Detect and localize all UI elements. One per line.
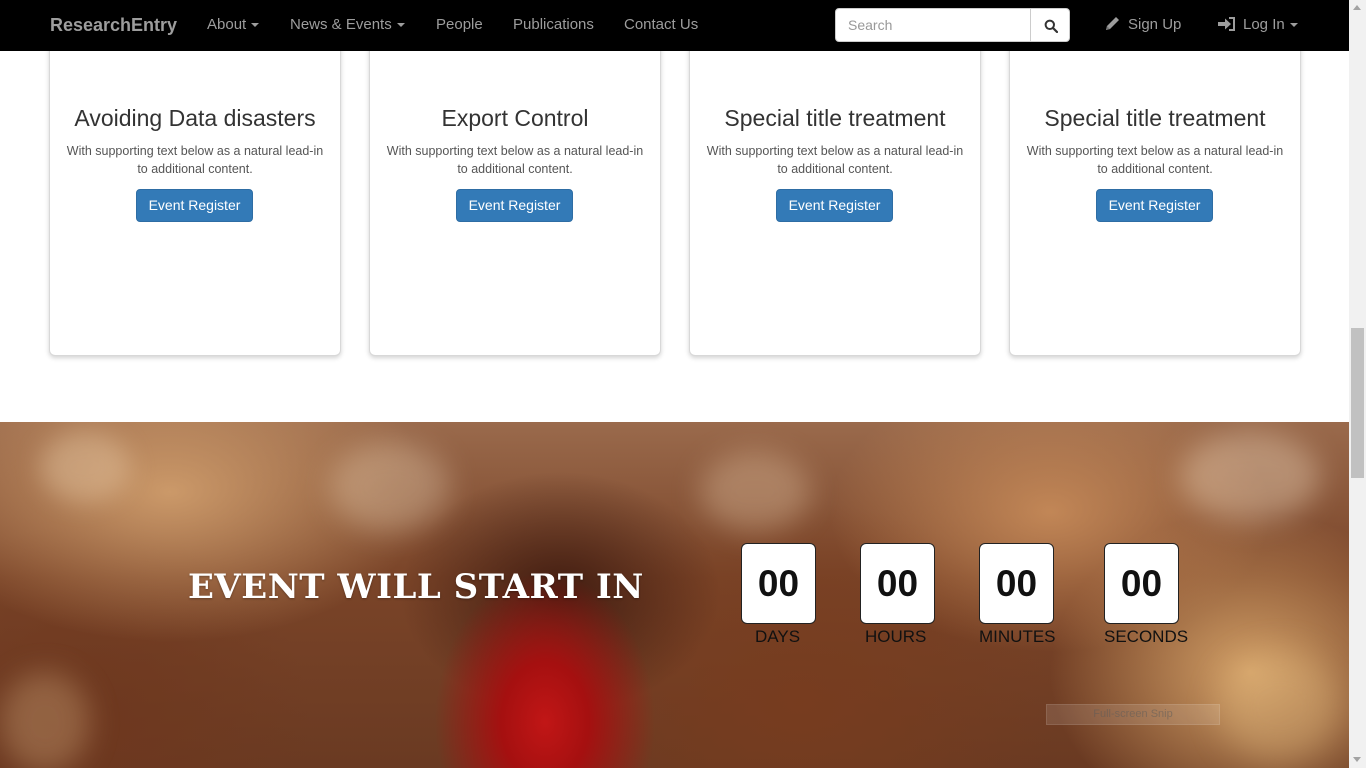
pencil-icon [1106,17,1119,30]
event-card: Special title treatment With supporting … [689,20,981,356]
event-register-button[interactable]: Event Register [776,189,893,222]
event-card: Export Control With supporting text belo… [369,20,661,356]
nav-contact-us[interactable]: Contact Us [624,16,698,33]
countdown-minutes-box: 00 [979,543,1054,624]
card-title: Special title treatment [724,105,946,131]
event-card: Avoiding Data disasters With supporting … [49,20,341,356]
caret-down-icon [396,23,405,28]
event-card: Special title treatment With supporting … [1009,20,1301,356]
background-bokeh [1220,652,1340,762]
caret-down-icon [1289,23,1298,28]
nav-news-events-label: News & Events [290,16,392,33]
countdown-seconds-value: 00 [1120,563,1163,604]
brand-link[interactable]: ResearchEntry [50,15,177,36]
background-bokeh [700,452,810,532]
countdown-days-label: DAYS [755,627,801,646]
countdown-days-value: 00 [757,563,800,604]
background-bokeh [330,442,450,532]
search-icon [1044,19,1058,33]
countdown-banner: EVENT WILL START IN 00 DAYS 00 HOURS 00 … [0,422,1349,768]
nav-publications[interactable]: Publications [513,16,594,33]
page: Avoiding Data disasters With supporting … [0,0,1349,768]
background-bokeh [1180,432,1320,522]
event-register-button[interactable]: Event Register [136,189,253,222]
nav-news-events[interactable]: News & Events [290,16,405,33]
countdown-minutes-value: 00 [995,563,1038,604]
background-bokeh [0,672,90,768]
scrollbar-thumb[interactable] [1351,328,1364,478]
log-in-dropdown[interactable]: Log In [1217,16,1298,33]
card-text: With supporting text below as a natural … [66,144,324,176]
top-navbar: ResearchEntry About News & Events People… [0,0,1349,51]
card-text: With supporting text below as a natural … [706,144,964,176]
background-bokeh [40,432,130,502]
card-text: With supporting text below as a natural … [1026,144,1284,176]
caret-down-icon [251,23,260,28]
search-form [835,8,1070,42]
sign-up-link[interactable]: Sign Up [1104,16,1181,33]
card-title: Special title treatment [1044,105,1266,131]
countdown-seconds-label: SECONDS [1104,627,1189,646]
event-register-button[interactable]: Event Register [1096,189,1213,222]
sign-up-label: Sign Up [1128,16,1182,33]
full-screen-snip-overlay: Full-screen Snip [1046,704,1220,725]
card-title: Avoiding Data disasters [74,105,316,131]
card-text: With supporting text below as a natural … [386,144,644,176]
sign-in-icon [1218,17,1235,31]
countdown-hours-box: 00 [860,543,935,624]
countdown-heading: EVENT WILL START IN [188,567,644,607]
countdown-seconds-box: 00 [1104,543,1179,624]
nav-people[interactable]: People [436,16,483,33]
nav-about[interactable]: About [207,16,260,33]
countdown-days-box: 00 [741,543,816,624]
scroll-down-arrow-icon[interactable] [1353,757,1361,762]
vertical-scrollbar[interactable] [1349,0,1366,768]
log-in-label: Log In [1243,16,1285,33]
search-button[interactable] [1030,8,1070,42]
scroll-up-arrow-icon[interactable] [1353,5,1361,10]
countdown-hours-label: HOURS [865,627,927,646]
card-title: Export Control [441,105,589,131]
search-input[interactable] [835,8,1031,42]
nav-about-label: About [207,16,247,33]
countdown-hours-value: 00 [876,563,919,604]
event-register-button[interactable]: Event Register [456,189,573,222]
countdown-minutes-label: MINUTES [979,627,1056,646]
